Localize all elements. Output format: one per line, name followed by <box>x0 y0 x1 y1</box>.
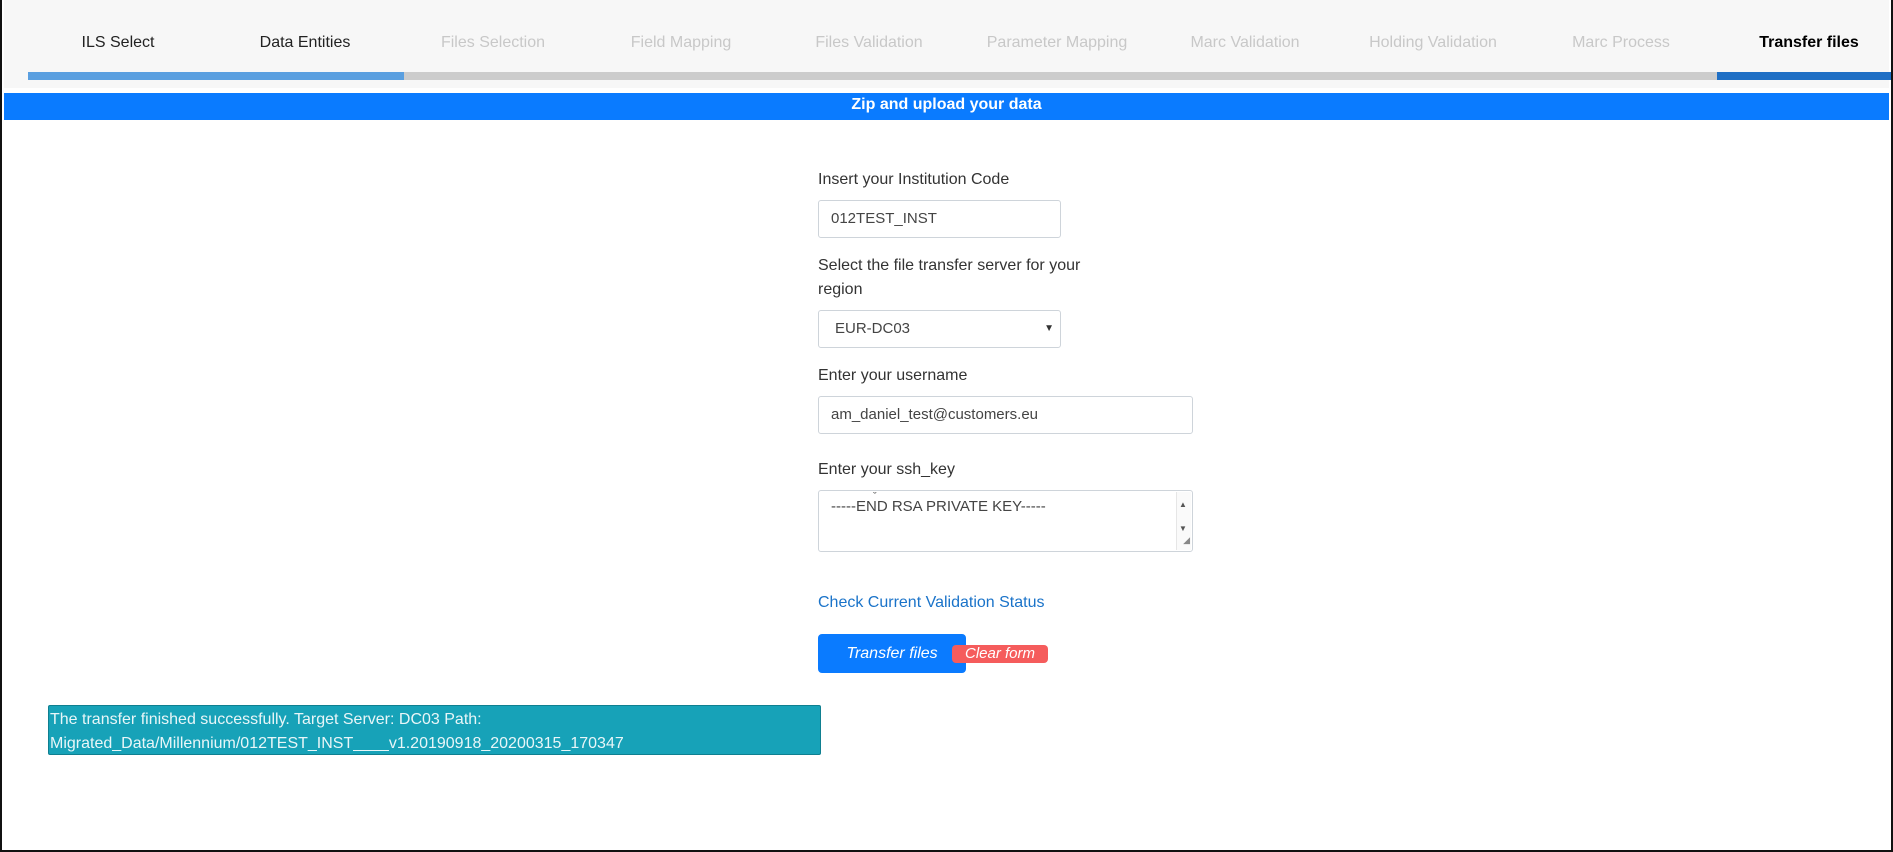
step-holding-validation[interactable]: Holding Validation <box>1369 34 1497 52</box>
clipped-text-fragment: ˇ <box>873 491 877 503</box>
step-parameter-mapping[interactable]: Parameter Mapping <box>987 34 1128 52</box>
success-alert: The transfer finished successfully. Targ… <box>48 705 821 755</box>
server-label-line2: region <box>818 281 863 298</box>
username-input[interactable]: am_daniel_test@customers.eu <box>818 396 1193 434</box>
progress-completed-segment <box>28 72 404 80</box>
step-transfer-files[interactable]: Transfer files <box>1759 34 1859 52</box>
step-marc-validation[interactable]: Marc Validation <box>1190 34 1299 52</box>
clear-form-button[interactable]: Clear form <box>952 645 1048 663</box>
institution-code-input[interactable]: 012TEST_INST <box>818 200 1061 238</box>
step-marc-process[interactable]: Marc Process <box>1572 34 1670 52</box>
server-select[interactable]: EUR-DC03 ▼ <box>818 310 1061 348</box>
wizard-progress-bar <box>28 72 1893 80</box>
step-files-selection[interactable]: Files Selection <box>441 34 545 52</box>
progress-current-segment <box>1717 72 1893 80</box>
institution-code-label: Insert your Institution Code <box>818 171 1010 188</box>
alert-line-1: The transfer finished successfully. Targ… <box>50 711 482 728</box>
ssh-key-label: Enter your ssh_key <box>818 461 955 478</box>
scroll-up-icon[interactable]: ▲ <box>1179 495 1187 515</box>
step-ils-select[interactable]: ILS Select <box>82 34 155 52</box>
check-validation-status-link[interactable]: Check Current Validation Status <box>818 594 1044 612</box>
step-data-entities[interactable]: Data Entities <box>260 34 351 52</box>
ssh-key-value: -----END RSA PRIVATE KEY----- <box>831 498 1046 515</box>
server-label-line1: Select the file transfer server for your <box>818 257 1081 274</box>
server-label: Select the file transfer server for your… <box>818 254 1080 302</box>
wizard-steps-bar: ILS Select Data Entities Files Selection… <box>4 0 1893 88</box>
ssh-key-textarea[interactable]: ˇ -----END RSA PRIVATE KEY----- ▲ ▼ ◢ <box>818 490 1193 552</box>
section-banner: Zip and upload your data <box>4 93 1889 120</box>
institution-code-value: 012TEST_INST <box>831 210 937 227</box>
server-select-value: EUR-DC03 <box>835 320 911 337</box>
username-label: Enter your username <box>818 367 968 384</box>
dropdown-arrow-icon: ▼ <box>1044 323 1054 334</box>
alert-line-2: Migrated_Data/Millennium/012TEST_INST___… <box>50 735 624 752</box>
step-files-validation[interactable]: Files Validation <box>815 34 922 52</box>
step-field-mapping[interactable]: Field Mapping <box>631 34 732 52</box>
transfer-files-button[interactable]: Transfer files <box>818 634 966 673</box>
username-value: am_daniel_test@customers.eu <box>831 406 1038 423</box>
resize-handle-icon[interactable]: ◢ <box>1183 530 1190 550</box>
